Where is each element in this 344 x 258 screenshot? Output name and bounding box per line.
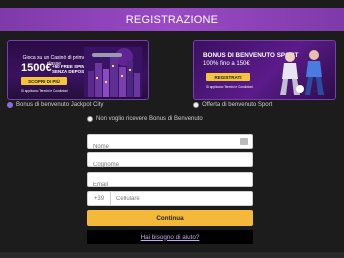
email-field[interactable] — [87, 172, 253, 192]
bonus-option-sport[interactable]: Offerta di benvenuto Sport — [193, 102, 272, 108]
phone-input[interactable] — [111, 192, 252, 205]
help-link[interactable]: Hai bisogno di aiuto? — [141, 234, 200, 241]
name-field[interactable] — [87, 134, 253, 154]
continue-button[interactable]: Continua — [87, 210, 253, 226]
casino-banner-amount: 1500€ — [21, 62, 52, 74]
no-bonus-label: Non voglio ricevere Bonus di Benvenuto — [96, 116, 203, 122]
bonus-option-casino[interactable]: Bonus di benvenuto Jackpot City — [7, 102, 103, 108]
casino-radio[interactable] — [7, 102, 13, 108]
bottom-strip — [0, 252, 344, 258]
phone-prefix[interactable]: +39 — [88, 192, 111, 205]
sport-bonus-banner[interactable]: BONUS DI BENVENUTO SPORT 100% fino a 150… — [193, 40, 336, 100]
contact-card-icon — [240, 138, 248, 145]
sport-register-button[interactable]: REGISTRATI — [206, 73, 250, 81]
phone-field[interactable]: +39 — [87, 191, 253, 206]
bonus-option-none[interactable]: Non voglio ricevere Bonus di Benvenuto — [87, 116, 203, 122]
casino-bonus-banner[interactable]: Gioca su un Casinò di prima classe 1500€… — [7, 40, 149, 100]
registration-header: REGISTRAZIONE — [0, 8, 344, 31]
page-title: REGISTRAZIONE — [125, 13, 219, 26]
athletes-illustration — [280, 50, 324, 95]
sport-banner-terms: Si applicano Termini e Condizioni — [206, 85, 253, 89]
city-skyline-illustration — [84, 47, 142, 97]
sport-banner-subtitle: 100% fino a 150€ — [203, 61, 250, 67]
help-bar: Hai bisogno di aiuto? — [87, 230, 253, 244]
no-bonus-radio[interactable] — [87, 116, 93, 122]
casino-discover-button[interactable]: SCOPRI DI PIÙ — [21, 77, 67, 85]
surname-field[interactable] — [87, 152, 253, 172]
surname-input[interactable] — [88, 158, 252, 172]
email-input[interactable] — [88, 178, 252, 192]
casino-banner-terms: Si applicano Termini e Condizioni — [21, 89, 68, 93]
sport-option-label: Offerta di benvenuto Sport — [202, 102, 273, 108]
casino-option-label: Bonus di benvenuto Jackpot City — [16, 102, 104, 108]
sport-radio[interactable] — [193, 102, 199, 108]
